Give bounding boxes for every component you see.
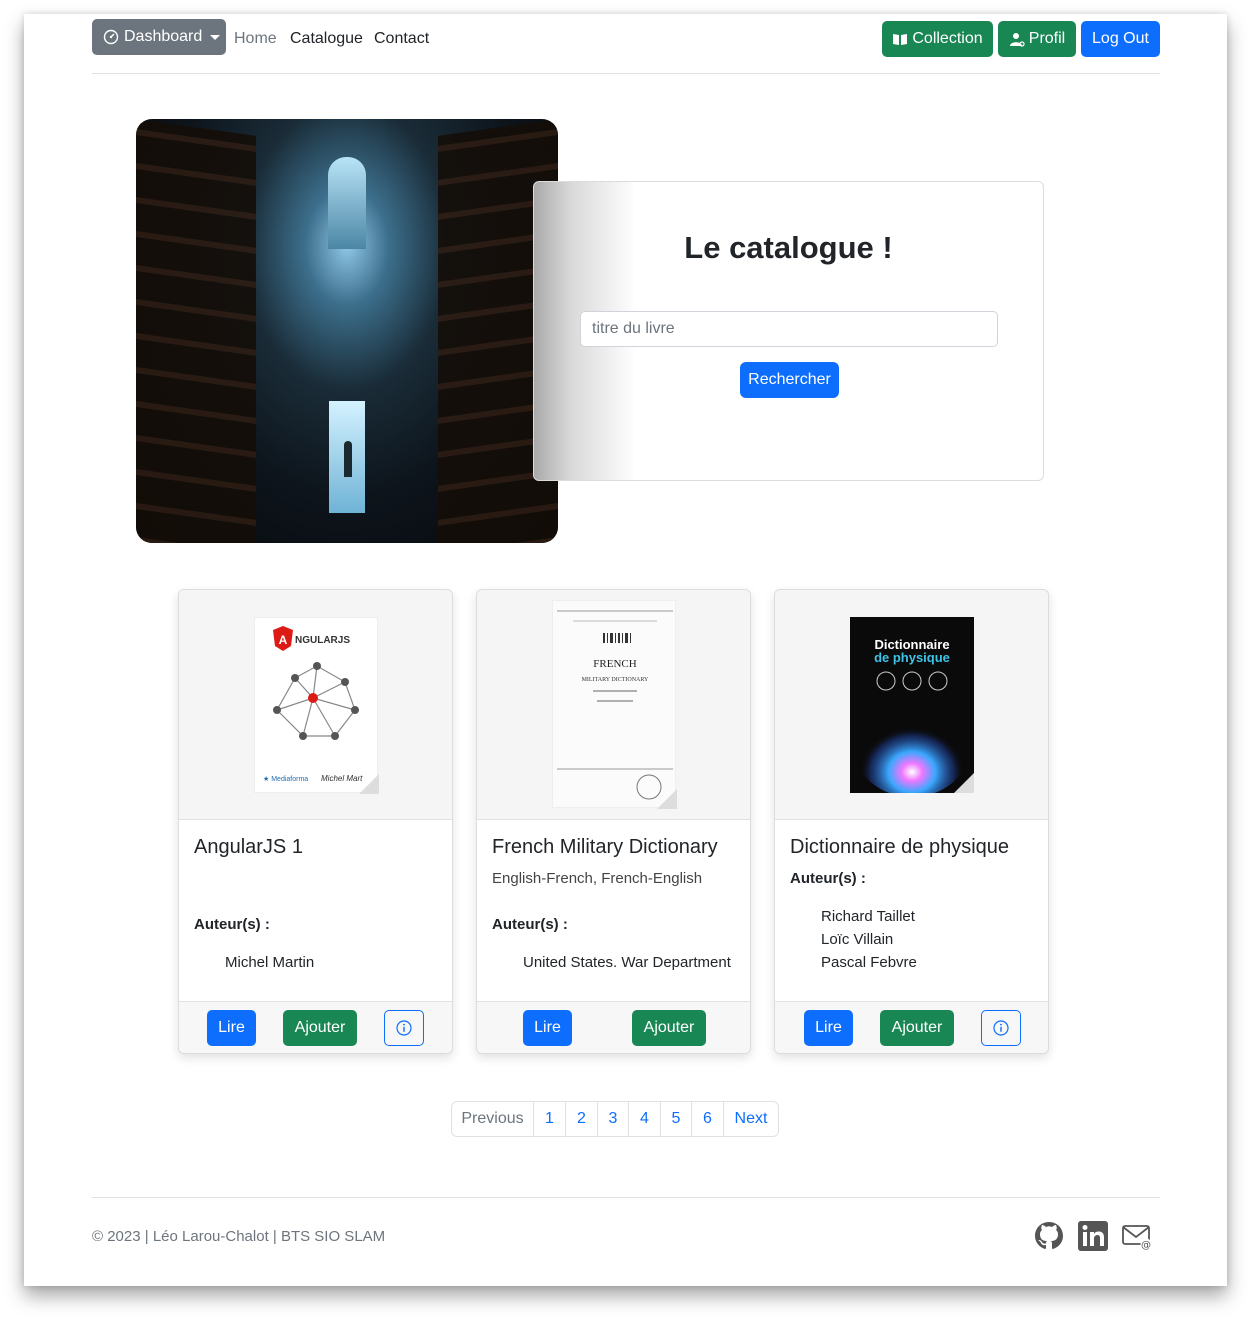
pagination-page-4[interactable]: 4 [628, 1102, 660, 1136]
cover-author: Michel Mart [321, 774, 363, 783]
book-cover-area: Dictionnaire de physique [775, 590, 1048, 820]
pagination: Previous 1 2 3 4 5 6 Next [451, 1101, 779, 1137]
info-button[interactable] [981, 1010, 1021, 1046]
book-cover-area: FRENCH MILITARY DICTIONARY [477, 590, 750, 820]
book-title: French Military Dictionary [492, 836, 718, 858]
authors-label: Auteur(s) : [790, 870, 866, 887]
add-button[interactable]: Ajouter [880, 1010, 954, 1046]
author-name: United States. War Department [523, 954, 731, 971]
nav-link-home[interactable]: Home [234, 30, 277, 48]
navbar: Dashboard Home Catalogue Contact Collect… [92, 18, 1160, 74]
info-icon [993, 1020, 1009, 1036]
book-cover-physique: Dictionnaire de physique [850, 617, 974, 797]
profile-button[interactable]: Profil [998, 21, 1076, 57]
page-title: Le catalogue ! [684, 230, 893, 265]
cover-brand: NGULARJS [295, 635, 350, 646]
footer-divider [92, 1197, 1160, 1198]
card-footer: Lire Ajouter [477, 1001, 750, 1053]
svg-text:@: @ [1141, 1240, 1151, 1251]
dashboard-dropdown-button[interactable]: Dashboard [92, 19, 226, 55]
book-card: FRENCH MILITARY DICTIONARY French Milita… [476, 589, 751, 1054]
physique-cover-art: Dictionnaire de physique [850, 617, 974, 797]
cover-heading: FRENCH [593, 658, 636, 670]
book-card: A NGULARJS ★ Mediaforma Michel Mart Angu… [178, 589, 453, 1054]
logout-button[interactable]: Log Out [1081, 21, 1160, 57]
card-footer: Lire Ajouter [179, 1001, 452, 1053]
book-cover-angularjs: A NGULARJS ★ Mediaforma Michel Mart [254, 617, 379, 794]
angularjs-cover-art: A NGULARJS ★ Mediaforma Michel Mart [263, 626, 379, 794]
dashboard-icon [103, 29, 119, 45]
chevron-down-icon [210, 34, 221, 40]
read-button[interactable]: Lire [523, 1010, 572, 1046]
book-title: Dictionnaire de physique [790, 836, 1010, 858]
read-button[interactable]: Lire [207, 1010, 256, 1046]
book-cover-area: A NGULARJS ★ Mediaforma Michel Mart [179, 590, 452, 820]
french-military-cover-art: FRENCH MILITARY DICTIONARY [557, 610, 677, 809]
cover-line: MILITARY DICTIONARY [582, 677, 649, 683]
book-title: AngularJS 1 [194, 836, 303, 858]
github-icon[interactable] [1033, 1220, 1065, 1252]
collection-label: Collection [912, 30, 983, 47]
pagination-next[interactable]: Next [723, 1102, 778, 1136]
profile-label: Profil [1028, 30, 1066, 47]
author-name: Pascal Febvre [821, 954, 917, 971]
nav-link-contact[interactable]: Contact [374, 30, 429, 48]
info-icon [396, 1020, 412, 1036]
bookshelf-left [136, 119, 256, 543]
linkedin-icon[interactable] [1077, 1220, 1109, 1252]
add-button[interactable]: Ajouter [283, 1010, 357, 1046]
pagination-page-2[interactable]: 2 [565, 1102, 597, 1136]
add-button[interactable]: Ajouter [632, 1010, 706, 1046]
authors-label: Auteur(s) : [492, 916, 568, 933]
collection-button[interactable]: Collection [882, 21, 993, 57]
info-button[interactable] [384, 1010, 424, 1046]
svg-text:★ Mediaforma: ★ Mediaforma [263, 775, 308, 783]
silhouette-figure [344, 441, 352, 477]
svg-text:A: A [279, 633, 288, 647]
book-cover-french-military: FRENCH MILITARY DICTIONARY [552, 600, 677, 809]
read-button[interactable]: Lire [804, 1010, 853, 1046]
author-name: Michel Martin [225, 954, 315, 971]
pagination-page-5[interactable]: 5 [660, 1102, 691, 1136]
authors-label: Auteur(s) : [194, 916, 270, 933]
book-title-search-input[interactable] [580, 311, 998, 347]
library-hero-image [136, 119, 558, 543]
book-card: Dictionnaire de physique Dictionnaire de… [774, 589, 1049, 1054]
pagination-page-1[interactable]: 1 [533, 1102, 565, 1136]
author-name: Richard Taillet [821, 908, 915, 925]
pagination-previous[interactable]: Previous [452, 1102, 533, 1136]
book-subtitle: English-French, French-English [492, 870, 703, 887]
user-gear-icon [1009, 33, 1025, 47]
window-light [328, 157, 366, 249]
nav-link-catalogue[interactable]: Catalogue [290, 30, 363, 48]
footer-copyright: © 2023 | Léo Larou-Chalot | BTS SIO SLAM [92, 1228, 386, 1245]
pagination-page-6[interactable]: 6 [691, 1102, 723, 1136]
cover-title-line2: de physique [874, 650, 950, 665]
logout-label: Log Out [1092, 30, 1149, 47]
book-icon [893, 34, 908, 45]
pagination-page-3[interactable]: 3 [597, 1102, 628, 1136]
search-button[interactable]: Rechercher [740, 362, 839, 398]
email-icon[interactable]: @ [1121, 1220, 1153, 1252]
search-card: Le catalogue ! Rechercher [533, 181, 1044, 481]
dashboard-label: Dashboard [124, 28, 203, 45]
author-name: Loïc Villain [821, 931, 894, 948]
card-footer: Lire Ajouter [775, 1001, 1048, 1053]
